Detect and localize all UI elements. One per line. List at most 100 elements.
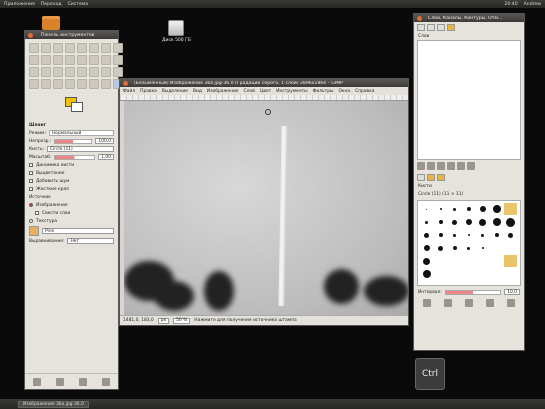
brush-swatch[interactable]	[504, 255, 517, 267]
tool-icon[interactable]	[41, 55, 51, 65]
brush-swatch[interactable]	[462, 203, 475, 215]
brush-swatch[interactable]	[448, 255, 461, 267]
tool-icon[interactable]	[89, 43, 99, 53]
hard-edge-checkbox[interactable]	[29, 187, 33, 191]
toolbox-titlebar[interactable]: Панель инструментов	[25, 31, 118, 39]
menu-system[interactable]: Система	[68, 2, 89, 7]
tool-icon[interactable]	[53, 55, 63, 65]
image-titlebar[interactable]: [Безымянный] Изображение 3ba.jpg-36.0 (Г…	[120, 79, 408, 87]
image-menu-item[interactable]: Изображение	[207, 89, 239, 94]
tool-icon[interactable]	[65, 55, 75, 65]
raise-layer-icon[interactable]	[427, 162, 435, 170]
spacing-slider[interactable]	[444, 289, 502, 295]
delete-layer-icon[interactable]	[467, 162, 475, 170]
close-icon[interactable]	[28, 32, 33, 38]
brush-swatch[interactable]	[434, 242, 447, 254]
brush-swatch[interactable]	[504, 203, 517, 215]
restore-options-icon[interactable]	[55, 377, 64, 386]
brush-swatch[interactable]	[490, 255, 503, 267]
brush-swatch[interactable]	[420, 203, 433, 215]
desktop-drive[interactable]: Диск 500 ГБ	[162, 20, 191, 43]
brush-swatch[interactable]	[420, 242, 433, 254]
brush-swatch[interactable]	[476, 203, 489, 215]
image-menu-item[interactable]: Окна	[338, 89, 350, 94]
tab-brushes[interactable]	[417, 173, 425, 181]
brush-swatch[interactable]	[504, 216, 517, 228]
delete-options-icon[interactable]	[79, 377, 88, 386]
brush-swatch[interactable]	[420, 255, 433, 267]
brush-swatch[interactable]	[476, 255, 489, 267]
jitter-checkbox[interactable]	[29, 179, 33, 183]
brush-swatch[interactable]	[448, 203, 461, 215]
image-menu-item[interactable]: Справка	[355, 89, 374, 94]
edit-brush-icon[interactable]	[422, 299, 431, 307]
duplicate-brush-icon[interactable]	[464, 299, 473, 307]
align-select[interactable]: Нет	[67, 238, 114, 244]
tool-icon[interactable]	[53, 79, 63, 89]
image-menu-item[interactable]: Выделение	[162, 89, 188, 94]
brush-select[interactable]: Circle (11)	[47, 146, 114, 152]
duplicate-layer-icon[interactable]	[447, 162, 455, 170]
source-pattern-radio[interactable]	[29, 219, 33, 223]
image-canvas[interactable]	[124, 101, 408, 315]
tab-channels[interactable]	[427, 23, 435, 31]
tab-paths[interactable]	[437, 23, 445, 31]
delete-brush-icon[interactable]	[486, 299, 495, 307]
clock[interactable]: 20:40	[504, 2, 517, 7]
mode-select[interactable]: Нормальный	[48, 130, 114, 136]
image-menu-item[interactable]: Инструменты	[276, 89, 307, 94]
dynamics-checkbox[interactable]	[29, 163, 33, 167]
brush-swatch[interactable]	[504, 229, 517, 241]
tool-icon[interactable]	[113, 43, 123, 53]
tool-icon[interactable]	[29, 55, 39, 65]
tool-icon[interactable]	[101, 55, 111, 65]
tool-icon[interactable]	[77, 79, 87, 89]
tab-layers[interactable]	[417, 23, 425, 31]
new-layer-icon[interactable]	[417, 162, 425, 170]
background-color-swatch[interactable]	[71, 102, 83, 112]
tab-undo[interactable]	[447, 23, 455, 31]
close-icon[interactable]	[123, 80, 128, 86]
menu-places[interactable]: Переход	[41, 2, 62, 7]
tool-icon[interactable]	[77, 55, 87, 65]
tool-icon[interactable]	[113, 55, 123, 65]
tool-icon[interactable]	[77, 67, 87, 77]
tool-icon[interactable]	[29, 79, 39, 89]
brush-swatch[interactable]	[462, 229, 475, 241]
brush-swatch[interactable]	[434, 203, 447, 215]
brush-swatch[interactable]	[448, 242, 461, 254]
brush-swatch[interactable]	[434, 229, 447, 241]
tool-icon[interactable]	[77, 43, 87, 53]
tool-icon[interactable]	[101, 79, 111, 89]
brush-swatch[interactable]	[490, 203, 503, 215]
tool-icon[interactable]	[89, 55, 99, 65]
zoom-select[interactable]: 50 %	[173, 317, 191, 324]
image-menu-item[interactable]: Слой	[244, 89, 255, 94]
reset-options-icon[interactable]	[102, 377, 111, 386]
tool-icon[interactable]	[29, 67, 39, 77]
brush-swatch[interactable]	[490, 216, 503, 228]
tool-icon[interactable]	[65, 79, 75, 89]
scale-slider[interactable]	[54, 154, 96, 160]
tool-icon[interactable]	[89, 79, 99, 89]
brush-swatch[interactable]	[462, 255, 475, 267]
refresh-brushes-icon[interactable]	[507, 299, 516, 307]
taskbar-item[interactable]: Изображение 3ba.jpg-36.0	[18, 400, 89, 408]
brush-swatch[interactable]	[504, 242, 517, 254]
brush-swatch[interactable]	[434, 268, 447, 280]
brush-swatch[interactable]	[420, 229, 433, 241]
tool-icon[interactable]	[41, 43, 51, 53]
image-menu-item[interactable]: Вид	[193, 89, 202, 94]
brush-swatch[interactable]	[462, 242, 475, 254]
tool-icon[interactable]	[101, 67, 111, 77]
brush-swatch[interactable]	[448, 229, 461, 241]
brush-swatch[interactable]	[434, 255, 447, 267]
tool-icon[interactable]	[53, 67, 63, 77]
brush-swatch[interactable]	[490, 242, 503, 254]
spacing-value[interactable]: 10,0	[504, 289, 520, 295]
sample-merged-checkbox[interactable]	[35, 211, 39, 215]
image-menu-item[interactable]: Цвет	[260, 89, 271, 94]
unit-select[interactable]: px	[157, 317, 170, 324]
source-image-radio[interactable]	[29, 203, 33, 207]
desktop-folder[interactable]	[42, 16, 60, 30]
